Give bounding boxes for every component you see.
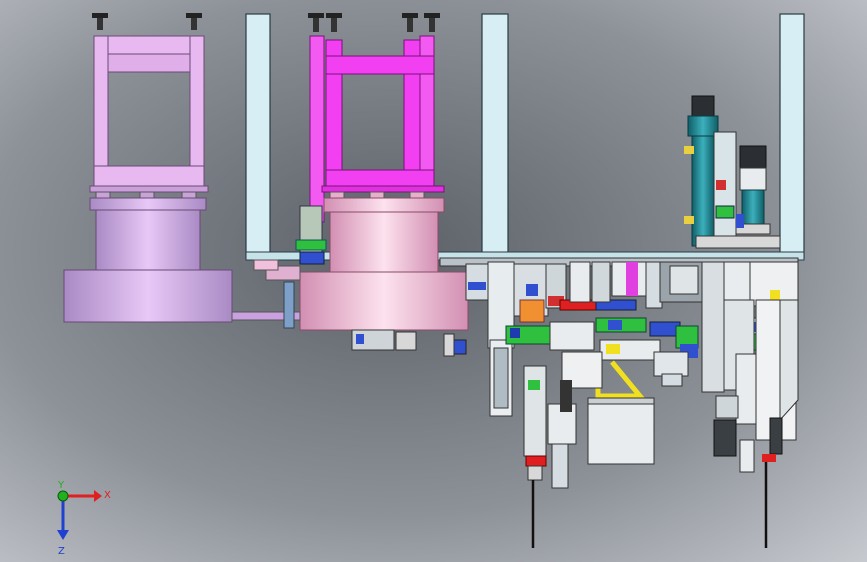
y-axis-icon: [57, 490, 69, 502]
assembly-drawing: X Y Z: [0, 0, 867, 562]
cad-viewport[interactable]: X Y Z: [0, 0, 867, 562]
z-axis-label: Z: [58, 546, 65, 557]
y-axis-label: Y: [57, 480, 65, 491]
x-axis-label: X: [104, 490, 111, 501]
